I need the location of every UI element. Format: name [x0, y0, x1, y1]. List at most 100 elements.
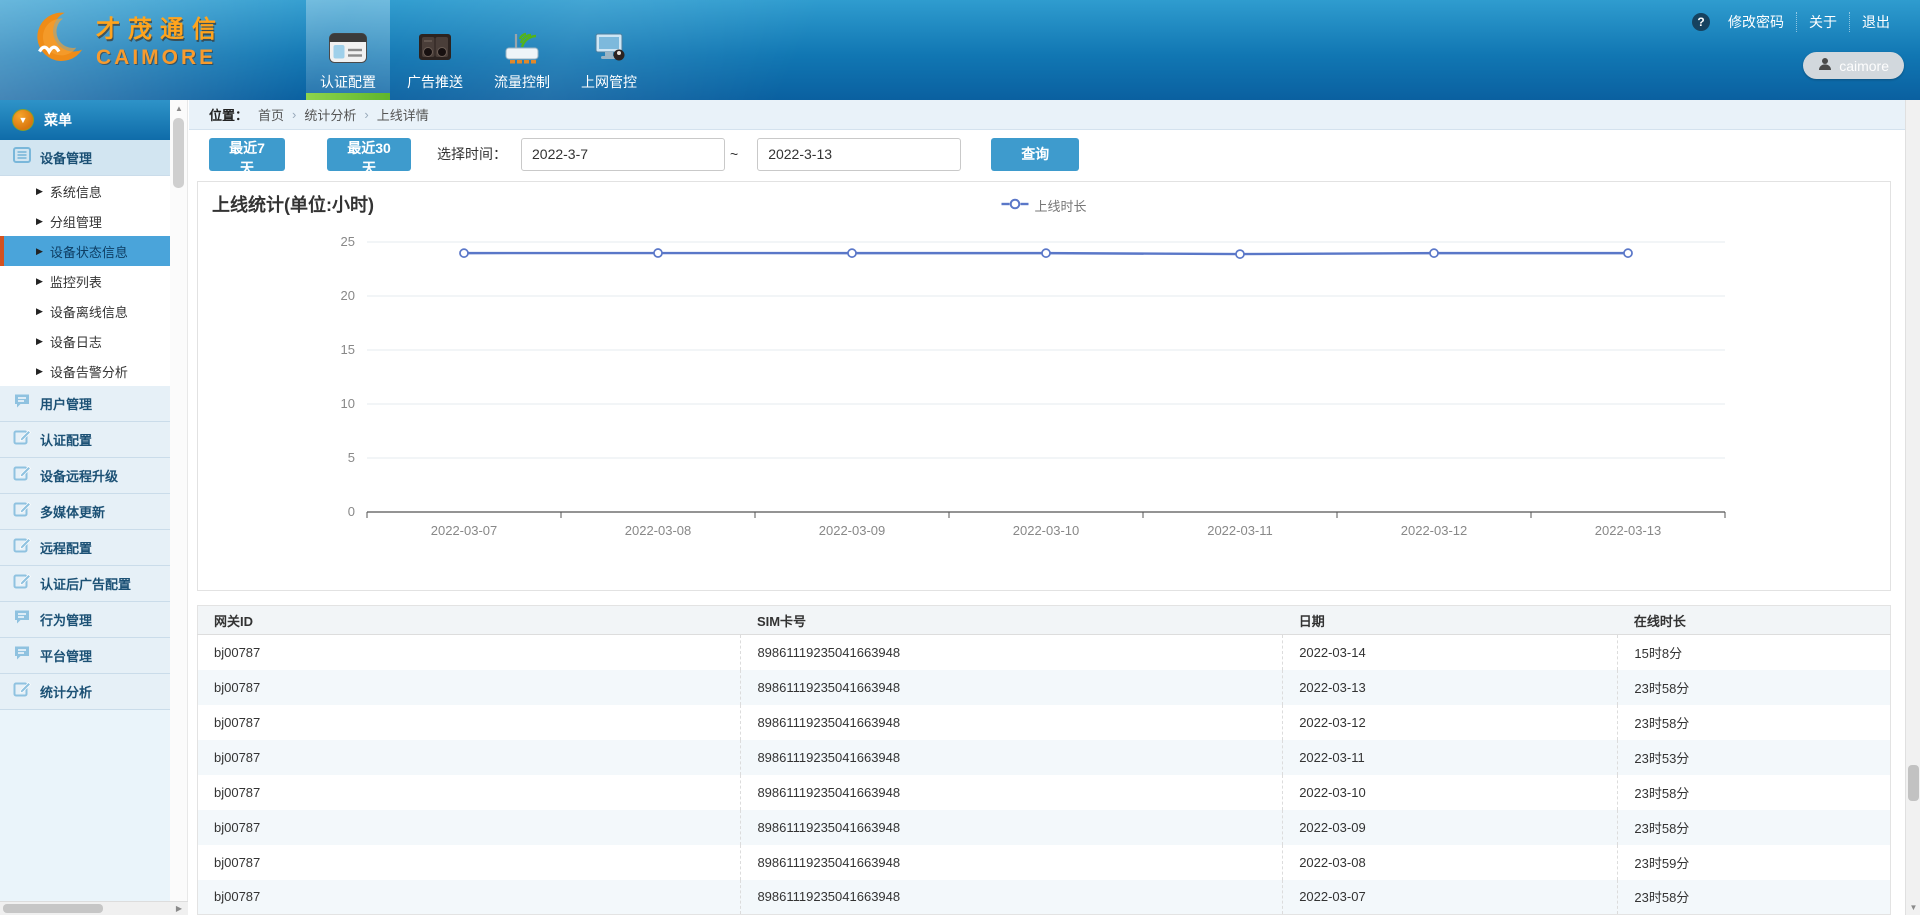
top-nav-label: 流量控制: [494, 72, 550, 92]
online-detail-table: 网关IDSIM卡号日期在线时长 bj0078789861119235041663…: [197, 605, 1891, 915]
table-cell-7-2: 2022-03-07: [1283, 880, 1618, 915]
table-cell-0-2: 2022-03-14: [1283, 635, 1618, 670]
table-row: bj00787898611192350416639482022-03-1123时…: [198, 740, 1891, 775]
sidebar-group-9[interactable]: 统计分析: [0, 674, 170, 710]
table-row: bj00787898611192350416639482022-03-1223时…: [198, 705, 1891, 740]
query-button[interactable]: 查询: [991, 138, 1079, 171]
sidebar-horizontal-scrollbar[interactable]: ▶: [0, 901, 188, 915]
top-nav-tab-1[interactable]: 广告推送: [393, 0, 477, 100]
sidebar-hscroll-thumb[interactable]: [3, 904, 103, 913]
header-links: ? 修改密码关于退出: [1692, 12, 1902, 32]
svg-text:2022-03-13: 2022-03-13: [1595, 523, 1662, 538]
sidebar-vertical-scrollbar[interactable]: ▲: [170, 100, 188, 901]
triangle-icon: ▶: [36, 306, 43, 317]
sidebar-group-0[interactable]: 设备管理: [0, 140, 170, 176]
svg-text:0: 0: [348, 504, 355, 519]
table-cell-4-2: 2022-03-10: [1283, 775, 1618, 810]
last-30-days-button[interactable]: 最近30天: [327, 138, 411, 171]
table-cell-0-1: 89861119235041663948: [741, 635, 1283, 670]
top-nav-label: 上网管控: [581, 72, 637, 92]
username: caimore: [1839, 58, 1889, 74]
page-scrollbar[interactable]: ▼: [1905, 100, 1920, 915]
sidebar-item-label: 分组管理: [50, 212, 102, 231]
top-nav-tab-3[interactable]: 上网管控: [567, 0, 651, 100]
table-col-header-1: SIM卡号: [741, 606, 1283, 635]
legend-label: 上线时长: [1034, 196, 1086, 215]
sidebar-group-1[interactable]: 用户管理: [0, 386, 170, 422]
table-row: bj00787898611192350416639482022-03-1323时…: [198, 670, 1891, 705]
svg-text:2022-03-12: 2022-03-12: [1401, 523, 1468, 538]
auth-config-icon: [328, 28, 368, 68]
table-cell-5-0: bj00787: [198, 810, 741, 845]
breadcrumb-stats[interactable]: 统计分析: [304, 105, 356, 124]
svg-text:20: 20: [341, 288, 355, 303]
start-date-input[interactable]: [521, 138, 725, 171]
sidebar-group-7[interactable]: 行为管理: [0, 602, 170, 638]
scroll-down-icon[interactable]: ▼: [1906, 901, 1920, 915]
sidebar-group-label: 统计分析: [40, 682, 92, 701]
table-col-header-3: 在线时长: [1618, 606, 1891, 635]
legend-marker-icon: [1001, 197, 1028, 215]
breadcrumb-home[interactable]: 首页: [258, 105, 284, 124]
sidebar-menu-tree: 设备管理▶系统信息▶分组管理▶设备状态信息▶监控列表▶设备离线信息▶设备日志▶设…: [0, 140, 170, 710]
breadcrumb-current: 上线详情: [377, 105, 429, 124]
sidebar-group-6[interactable]: 认证后广告配置: [0, 566, 170, 602]
table-cell-0-3: 15时8分: [1618, 635, 1891, 670]
sidebar-group-8[interactable]: 平台管理: [0, 638, 170, 674]
end-date-input[interactable]: [757, 138, 961, 171]
online-stats-chart-panel: 上线统计(单位:小时) 上线时长 05101520252022-03-07202…: [197, 181, 1891, 591]
sidebar: ▼ 菜单 设备管理▶系统信息▶分组管理▶设备状态信息▶监控列表▶设备离线信息▶设…: [0, 100, 170, 901]
sidebar-group-label: 设备管理: [40, 148, 92, 167]
sidebar-item-label: 设备告警分析: [50, 362, 128, 381]
page-scroll-thumb[interactable]: [1908, 765, 1919, 801]
sidebar-item-0-6[interactable]: ▶ 设备告警分析: [0, 356, 170, 386]
sidebar-item-0-3[interactable]: ▶ 监控列表: [0, 266, 170, 296]
chart-title: 上线统计(单位:小时): [212, 191, 374, 217]
chart-legend[interactable]: 上线时长: [1001, 196, 1086, 215]
table-cell-1-3: 23时58分: [1618, 670, 1891, 705]
table-cell-3-1: 89861119235041663948: [741, 740, 1283, 775]
sidebar-item-0-0[interactable]: ▶系统信息: [0, 176, 170, 206]
table-cell-6-2: 2022-03-08: [1283, 845, 1618, 880]
triangle-icon: ▶: [36, 276, 43, 287]
sidebar-item-0-4[interactable]: ▶设备离线信息: [0, 296, 170, 326]
svg-text:15: 15: [341, 342, 355, 357]
sidebar-vscroll-thumb[interactable]: [173, 118, 184, 188]
triangle-icon: ▶: [36, 366, 43, 377]
sidebar-title: 菜单: [44, 110, 72, 130]
top-nav: 认证配置广告推送流量控制 上网管控: [306, 0, 654, 100]
table-cell-1-1: 89861119235041663948: [741, 670, 1283, 705]
sidebar-item-label: 监控列表: [50, 272, 102, 291]
sidebar-group-3[interactable]: 设备远程升级: [0, 458, 170, 494]
sidebar-item-0-2[interactable]: ▶设备状态信息: [0, 236, 170, 266]
scroll-up-icon[interactable]: ▲: [170, 102, 188, 116]
header-link-2[interactable]: 退出: [1849, 12, 1902, 32]
sidebar-group-4[interactable]: 多媒体更新: [0, 494, 170, 530]
sidebar-group-5[interactable]: 远程配置: [0, 530, 170, 566]
sidebar-group-label: 多媒体更新: [40, 502, 105, 521]
sidebar-group-label: 用户管理: [40, 394, 92, 413]
table-row: bj00787898611192350416639482022-03-1415时…: [198, 635, 1891, 670]
last-7-days-button[interactable]: 最近7天: [209, 138, 285, 171]
top-nav-tab-2[interactable]: 流量控制: [480, 0, 564, 100]
help-icon[interactable]: ?: [1692, 13, 1710, 31]
sidebar-group-2[interactable]: 认证配置: [0, 422, 170, 458]
table-cell-6-1: 89861119235041663948: [741, 845, 1283, 880]
scroll-right-icon[interactable]: ▶: [172, 902, 186, 916]
svg-text:10: 10: [341, 396, 355, 411]
sidebar-group-label: 平台管理: [40, 646, 92, 665]
sidebar-item-0-5[interactable]: ▶设备日志: [0, 326, 170, 356]
triangle-icon: ▶: [36, 186, 43, 197]
header-link-1[interactable]: 关于: [1796, 12, 1849, 32]
svg-text:2022-03-10: 2022-03-10: [1013, 523, 1080, 538]
breadcrumb-separator: ›: [292, 107, 296, 122]
sidebar-item-0-1[interactable]: ▶分组管理: [0, 206, 170, 236]
header-link-0[interactable]: 修改密码: [1716, 12, 1796, 32]
table-cell-6-0: bj00787: [198, 845, 741, 880]
user-pill[interactable]: caimore: [1803, 52, 1904, 79]
sidebar-group-label: 认证配置: [40, 430, 92, 449]
top-nav-tab-0[interactable]: 认证配置: [306, 0, 390, 100]
table-cell-3-3: 23时53分: [1618, 740, 1891, 775]
menu-icon[interactable]: ▼: [12, 109, 34, 131]
main-content: 位置： 首页 › 统计分析 › 上线详情 最近7天 最近30天 选择时间： ~ …: [189, 100, 1905, 915]
